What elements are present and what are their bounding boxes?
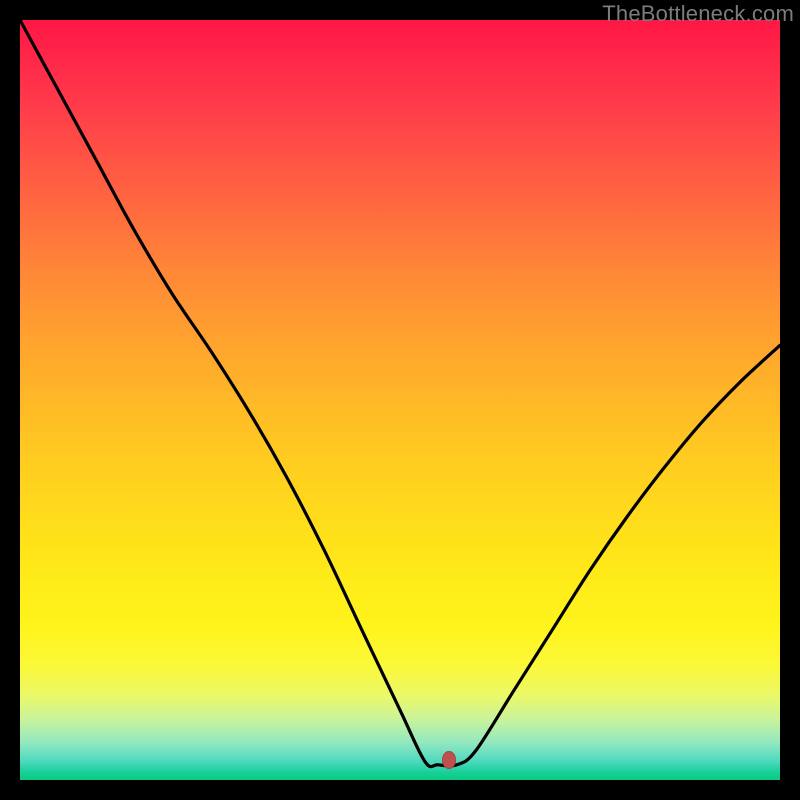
- bottleneck-curve: [20, 20, 780, 780]
- plot-frame: [20, 20, 780, 780]
- watermark-text: TheBottleneck.com: [602, 1, 794, 27]
